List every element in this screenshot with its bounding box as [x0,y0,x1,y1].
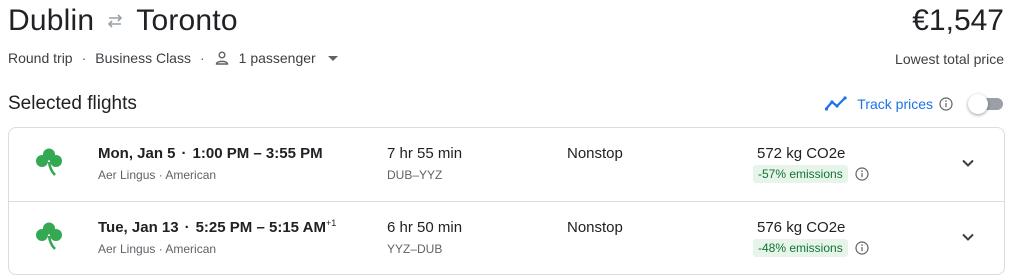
info-icon[interactable] [855,241,869,255]
shamrock-icon [33,220,65,252]
chevron-down-icon [327,55,338,61]
track-prices-toggle[interactable] [968,94,1004,114]
cabin-class: Business Class [95,50,191,66]
emissions-info: -57% emissions [753,165,869,183]
trending-icon [824,92,848,116]
airlines: Aer Lingus · American [98,168,217,182]
route-title: Dublin Toronto [8,4,238,38]
section-title: Selected flights [8,93,137,114]
flight-row[interactable]: Mon, Jan 5 · 1:00 PM – 3:55 PM Aer Lingus … [9,128,1004,201]
emissions-info: -48% emissions [753,239,869,257]
flight-duration: 6 hr 50 min [387,219,463,236]
track-prices: Track prices [824,92,1004,116]
person-icon [214,50,230,66]
stops: Nonstop [567,145,623,162]
price-caption: Lowest total price [895,51,1004,67]
stops: Nonstop [567,219,623,236]
flight-times: Mon, Jan 5 · 1:00 PM – 3:55 PM [98,145,323,162]
day-offset: +1 [325,218,337,228]
arrive-time: 3:55 PM [265,145,323,162]
chevron-down-icon[interactable] [960,155,976,171]
swap-arrows-icon [104,10,126,32]
route-codes: YYZ–DUB [387,242,443,256]
depart-time: 5:25 PM [195,219,253,236]
co2-amount: 576 kg CO2e [757,219,846,236]
total-price: €1,547 [912,4,1004,37]
shamrock-icon [33,146,65,178]
origin-city: Dublin [8,4,95,37]
depart-time: 1:00 PM [192,145,250,162]
flight-date: Mon, Jan 5 [98,145,176,162]
emissions-badge: -48% emissions [753,239,848,257]
airlines: Aer Lingus · American [98,242,217,256]
chevron-down-icon[interactable] [960,229,976,245]
flight-date: Tue, Jan 13 [98,219,179,236]
flight-times: Tue, Jan 13 · 5:25 PM – 5:15 AM+1 [98,218,337,236]
track-prices-label[interactable]: Track prices [857,96,933,112]
selected-flights-card: Mon, Jan 5 · 1:00 PM – 3:55 PM Aer Lingus … [8,127,1005,275]
info-icon[interactable] [855,167,869,181]
flight-row[interactable]: Tue, Jan 13 · 5:25 PM – 5:15 AM+1 Aer Ling… [9,201,1004,274]
arrive-time: 5:15 AM [268,219,326,236]
passenger-selector[interactable]: 1 passenger [239,50,338,66]
separator: · [199,50,205,66]
info-icon[interactable] [939,97,953,111]
co2-amount: 572 kg CO2e [757,145,846,162]
separator: · [81,50,87,66]
trip-options: Round trip · Business Class · 1 passenge… [8,50,338,66]
emissions-badge: -57% emissions [753,165,848,183]
route-codes: DUB–YYZ [387,168,443,182]
passenger-count: 1 passenger [238,50,316,66]
trip-type: Round trip [8,50,73,66]
toggle-knob [968,94,988,114]
destination-city: Toronto [136,4,238,37]
flight-duration: 7 hr 55 min [387,145,463,162]
